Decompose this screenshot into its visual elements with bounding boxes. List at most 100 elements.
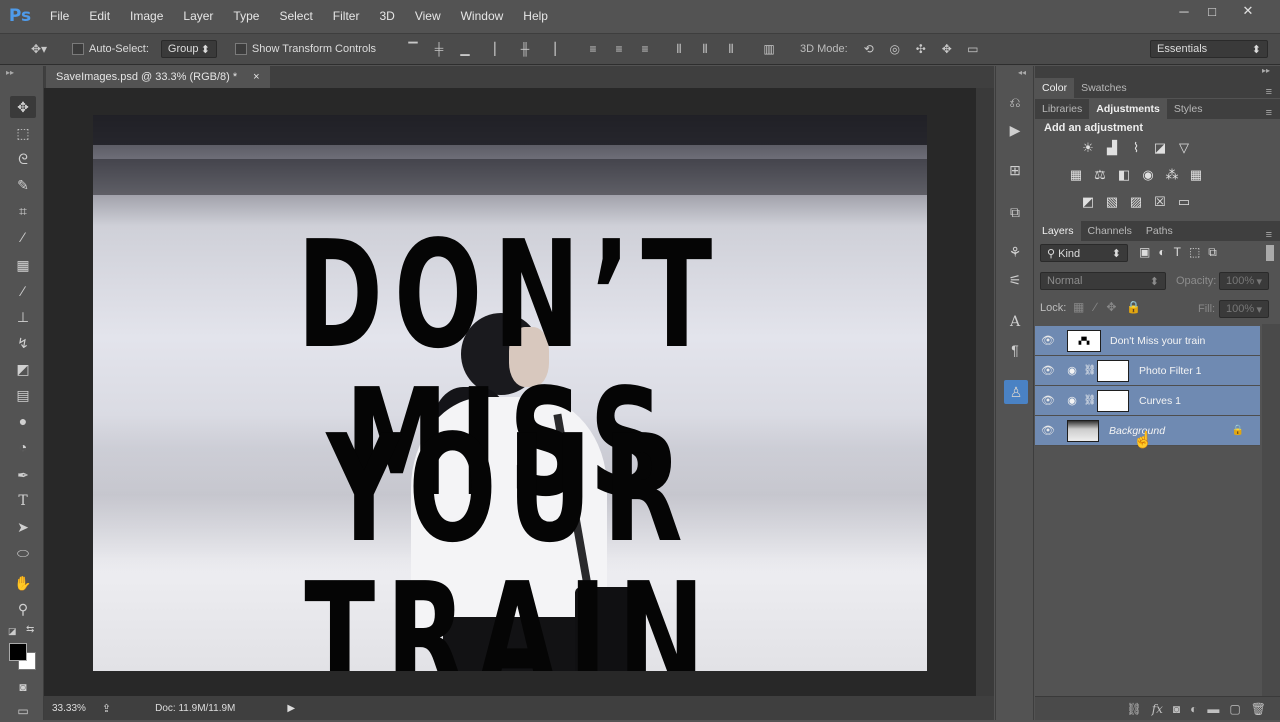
auto-align-icon[interactable]: ▥ <box>760 40 778 58</box>
clone-stamp-tool-icon[interactable]: ⊥ <box>10 306 36 328</box>
smart-object-filter-icon[interactable]: ⧉ <box>1208 245 1217 260</box>
new-group-icon[interactable]: ▬ <box>1207 702 1219 716</box>
panel-menu-icon[interactable]: ≡ <box>1266 107 1272 119</box>
menu-file[interactable]: File <box>40 0 79 32</box>
tab-color[interactable]: Color <box>1035 78 1075 98</box>
layers-scrollbar[interactable] <box>1262 324 1280 696</box>
brush-presets-panel-icon[interactable]: ⚟ <box>1004 270 1026 290</box>
menu-type[interactable]: Type <box>223 0 269 32</box>
selective-color-icon[interactable]: ☒ <box>1151 194 1169 210</box>
menu-layer[interactable]: Layer <box>173 0 223 32</box>
zoom-tool-icon[interactable]: ⚲ <box>10 598 36 620</box>
menu-edit[interactable]: Edit <box>79 0 120 32</box>
collapse-icon[interactable]: ◂◂ <box>1018 68 1026 77</box>
eraser-tool-icon[interactable]: ◩ <box>10 358 36 380</box>
maximize-button[interactable]: □ <box>1194 0 1230 22</box>
quick-mask-icon[interactable]: ◙ <box>10 676 36 698</box>
layer-name[interactable]: Don't Miss your train <box>1110 335 1205 347</box>
ellipse-tool-icon[interactable]: ⬭ <box>10 542 36 564</box>
posterize-icon[interactable]: ▧ <box>1103 194 1121 210</box>
menu-help[interactable]: Help <box>513 0 558 32</box>
panel-menu-icon[interactable]: ≡ <box>1266 229 1272 241</box>
distribute-vcenter-icon[interactable]: ≡ <box>610 40 628 58</box>
brush-panel-icon[interactable]: ⚘ <box>1004 242 1026 262</box>
properties-panel-icon[interactable]: ⊞ <box>1004 160 1026 180</box>
collapse-icon[interactable]: ▸▸ <box>6 68 14 77</box>
blur-tool-icon[interactable]: ● <box>10 410 36 432</box>
default-colors-icon[interactable]: ◪ <box>8 626 17 637</box>
menu-3d[interactable]: 3D <box>369 0 404 32</box>
color-balance-icon[interactable]: ⚖ <box>1091 167 1109 183</box>
photo-filter-icon[interactable]: ◉ <box>1139 167 1157 183</box>
export-icon[interactable]: ⇪ <box>102 702 111 715</box>
color-lookup-icon[interactable]: ▦ <box>1187 167 1205 183</box>
panel-menu-icon[interactable]: ≡ <box>1266 86 1272 98</box>
lock-transparent-icon[interactable]: ▦ <box>1073 300 1084 314</box>
new-layer-icon[interactable]: ▢ <box>1229 702 1240 716</box>
path-select-tool-icon[interactable]: ➤ <box>10 516 36 538</box>
align-left-icon[interactable]: ▏ <box>490 40 508 58</box>
dodge-tool-icon[interactable]: ◔ <box>10 436 36 458</box>
foreground-color-swatch[interactable] <box>9 643 27 661</box>
close-tab-icon[interactable]: × <box>253 71 259 83</box>
align-top-icon[interactable]: ▔ <box>404 40 422 58</box>
curves-icon[interactable]: ⌇ <box>1127 140 1145 156</box>
actions-panel-icon[interactable]: ▶ <box>1004 120 1026 140</box>
align-vcenter-icon[interactable]: ╪ <box>430 40 448 58</box>
distribute-right-icon[interactable]: ⫴ <box>722 40 740 58</box>
layer-row[interactable]: 👁 ◉ ⛓ Photo Filter 1 <box>1035 356 1260 386</box>
visibility-eye-icon[interactable]: 👁 <box>1035 394 1061 407</box>
link-icon[interactable]: ⛓ <box>1083 365 1097 376</box>
menu-image[interactable]: Image <box>120 0 173 32</box>
screen-mode-icon[interactable]: ▭ <box>10 700 36 722</box>
distribute-bottom-icon[interactable]: ≡ <box>636 40 654 58</box>
invert-icon[interactable]: ◩ <box>1079 194 1097 210</box>
menu-window[interactable]: Window <box>451 0 514 32</box>
vertical-scrollbar[interactable] <box>976 88 994 696</box>
history-brush-tool-icon[interactable]: ↯ <box>10 332 36 354</box>
auto-select-dropdown[interactable]: Group ⬍ <box>160 40 217 58</box>
align-hcenter-icon[interactable]: ╫ <box>516 40 534 58</box>
character-panel-icon[interactable]: A <box>1004 312 1026 332</box>
align-right-icon[interactable]: ▕ <box>542 40 560 58</box>
3d-roll-icon[interactable]: ◎ <box>886 40 904 58</box>
link-icon[interactable]: ⛓ <box>1083 395 1097 406</box>
filter-toggle[interactable] <box>1266 245 1274 261</box>
pixel-filter-icon[interactable]: ▣ <box>1139 245 1150 260</box>
distribute-left-icon[interactable]: ⫴ <box>670 40 688 58</box>
align-bottom-icon[interactable]: ▁ <box>456 40 474 58</box>
link-layers-icon[interactable]: ⛓ <box>1126 702 1141 716</box>
distribute-top-icon[interactable]: ≡ <box>584 40 602 58</box>
gradient-tool-icon[interactable]: ▤ <box>10 384 36 406</box>
trash-icon[interactable]: 🗑 <box>1251 702 1266 716</box>
pen-tool-icon[interactable]: ✒ <box>10 464 36 486</box>
levels-icon[interactable]: ▟ <box>1103 140 1121 156</box>
layer-row[interactable]: 👁 ▞▚ Don't Miss your train <box>1035 326 1260 356</box>
tool-presets-panel-icon[interactable]: ♙ <box>1004 380 1028 404</box>
history-panel-icon[interactable]: ⎌ <box>1004 92 1026 112</box>
transform-controls-checkbox[interactable]: Show Transform Controls <box>234 43 376 55</box>
marquee-tool-icon[interactable]: ⬚ <box>10 122 36 144</box>
3d-scale-icon[interactable]: ▭ <box>964 40 982 58</box>
adjustment-filter-icon[interactable]: ◐ <box>1158 245 1165 260</box>
vibrance-icon[interactable]: ▽ <box>1175 140 1193 156</box>
brush-tool-icon[interactable]: ∕ <box>10 280 36 302</box>
tab-paths[interactable]: Paths <box>1139 221 1180 241</box>
blend-mode-dropdown[interactable]: Normal ⬍ <box>1040 272 1166 290</box>
3d-pan-icon[interactable]: ✣ <box>912 40 930 58</box>
channel-mixer-icon[interactable]: ⁂ <box>1163 167 1181 183</box>
layer-filter-dropdown[interactable]: ⚲ Kind ⬍ <box>1040 244 1128 262</box>
type-tool-icon[interactable]: T <box>10 490 36 512</box>
menu-filter[interactable]: Filter <box>323 0 370 32</box>
lock-position-icon[interactable]: ✥ <box>1106 300 1116 314</box>
lock-all-icon[interactable]: 🔒 <box>1126 300 1141 314</box>
tab-swatches[interactable]: Swatches <box>1074 78 1134 98</box>
workspace-dropdown[interactable]: Essentials ⬍ <box>1150 40 1268 58</box>
clone-source-panel-icon[interactable]: ⧉ <box>1004 202 1026 222</box>
menu-view[interactable]: View <box>405 0 451 32</box>
tab-channels[interactable]: Channels <box>1081 221 1139 241</box>
eyedropper-tool-icon[interactable]: ⁄ <box>10 226 36 248</box>
visibility-eye-icon[interactable]: 👁 <box>1035 424 1061 437</box>
lasso-tool-icon[interactable]: ᘓ <box>10 148 36 170</box>
gradient-map-icon[interactable]: ▭ <box>1175 194 1193 210</box>
